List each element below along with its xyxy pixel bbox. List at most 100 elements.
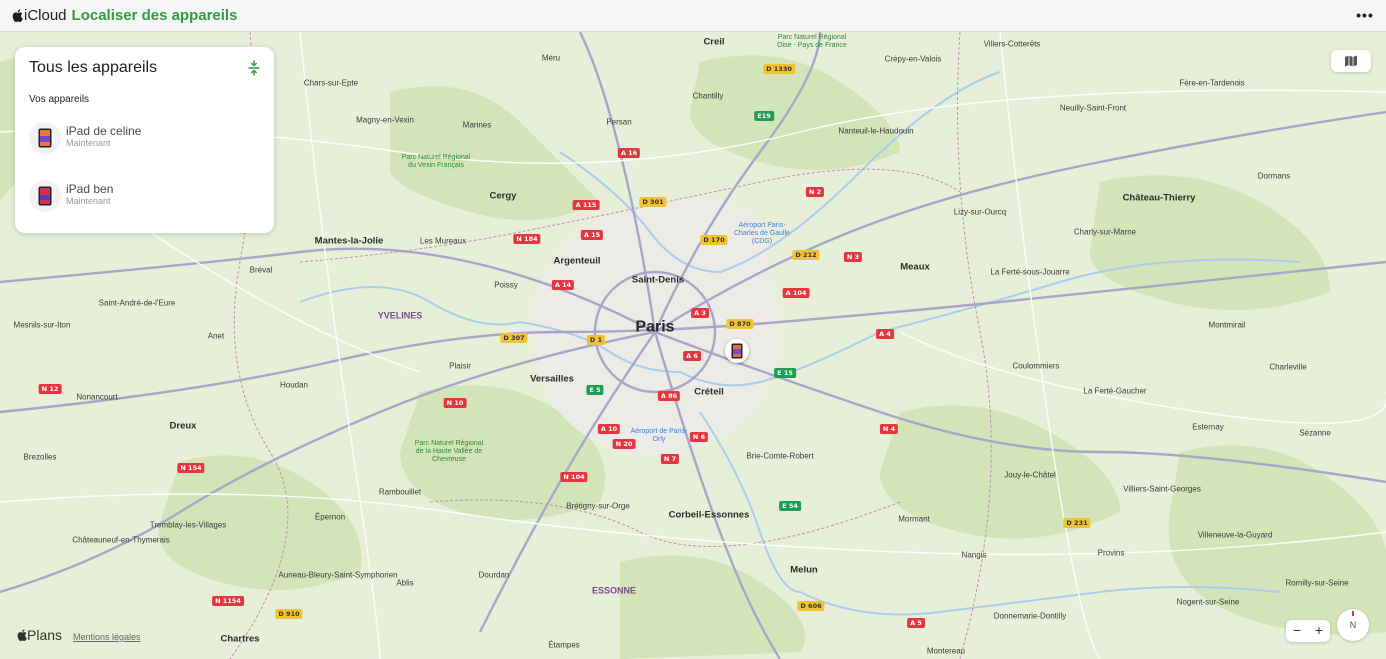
place-label: Romilly-sur-Seine (1285, 578, 1349, 588)
place-label: Chars-sur-Epte (303, 78, 359, 88)
road-shield: D 307 (500, 333, 528, 343)
place-label: Châteauneuf-en-Thymerais (72, 535, 170, 545)
road-shield: E 5 (586, 385, 604, 395)
road-shield: A 14 (551, 280, 575, 290)
icloud-label: iCloud (24, 7, 67, 24)
place-label: Creil (703, 36, 725, 48)
road-shield: N 10 (443, 398, 467, 408)
ipad-icon (38, 128, 52, 148)
road-shield: A 6 (683, 351, 701, 361)
legal-link[interactable]: Mentions légales (73, 632, 141, 642)
road-shield: N 154 (177, 463, 205, 473)
place-label: Mormant (898, 514, 930, 524)
compass-label: N (1349, 620, 1357, 630)
place-label: Auneau-Bleury-Saint-Symphorien (278, 570, 398, 580)
device-item-ipad-ben[interactable]: iPad ben Maintenant (25, 174, 265, 218)
place-label: Dourdan (478, 570, 510, 580)
place-label: Montmirail (1208, 320, 1246, 330)
place-label: Donnemarie-Dontilly (993, 611, 1067, 621)
place-label: Neuilly-Saint-Front (1059, 103, 1127, 113)
place-label: La Ferté-sous-Jouarre (990, 267, 1070, 277)
place-label: Meaux (900, 261, 930, 273)
place-label: Nangis (961, 550, 987, 560)
place-label: Saint-Denis (631, 274, 685, 286)
road-shield: N 1154 (212, 596, 244, 606)
road-shield: D 231 (1063, 518, 1091, 528)
road-shield: N 20 (612, 439, 636, 449)
ipad-icon (38, 186, 52, 206)
place-label: Magny-en-Vexin (356, 115, 414, 125)
place-label: Crépy-en-Valois (884, 54, 942, 64)
device-status: Maintenant (66, 138, 111, 148)
place-label: Bréval (249, 265, 273, 275)
place-label: Brezolles (23, 452, 57, 462)
region-label: YVELINES (377, 310, 423, 321)
place-label: Château-Thierry (1122, 192, 1196, 204)
road-shield: A 5 (907, 618, 925, 628)
region-label: ESSONNE (591, 585, 637, 596)
map-type-button[interactable] (1331, 50, 1371, 72)
zoom-in-button[interactable]: + (1308, 620, 1330, 642)
place-label: Versailles (530, 373, 574, 385)
park-label: Parc Naturel Régional Oise - Pays de Fra… (777, 34, 847, 49)
airport-label: Aéroport Paris-Charles de Gaulle (CDG) (733, 222, 791, 245)
place-label: Nogent-sur-Seine (1176, 597, 1240, 607)
plans-label: Plans (27, 627, 63, 643)
place-label: Charleville (1269, 362, 1307, 372)
place-label: Épernon (314, 512, 346, 522)
place-label: Étampes (548, 640, 580, 650)
section-title: Vos appareils (29, 94, 90, 105)
app-title: Localiser des appareils (71, 7, 238, 24)
compass-needle-icon (1352, 611, 1354, 616)
road-shield: D 870 (726, 319, 754, 329)
place-label: Lizy-sur-Ourcq (953, 207, 1007, 217)
device-item-ipad-de-celine[interactable]: iPad de celine Maintenant (25, 116, 265, 160)
place-label: Cergy (489, 190, 517, 202)
zoom-control: − + (1286, 620, 1330, 642)
road-shield: D 170 (700, 235, 728, 245)
road-shield: N 7 (660, 454, 680, 464)
ipad-icon (731, 343, 743, 359)
apple-logo-icon (17, 629, 27, 641)
place-label: Nanteuil-le-Haudouin (838, 126, 914, 136)
brand[interactable]: iCloud Localiser des appareils (12, 7, 237, 24)
road-shield: E 15 (774, 368, 796, 378)
road-shield: A 10 (597, 424, 621, 434)
airport-label: Aéroport de Paris-Orly (630, 428, 688, 443)
place-label: Villiers-Saint-Georges (1123, 484, 1201, 494)
place-label: Brie-Comte-Robert (746, 451, 814, 461)
place-label: Provins (1097, 548, 1125, 558)
place-label: Créteil (694, 386, 724, 398)
park-label: Parc Naturel Régional du Vexin Français (401, 154, 471, 169)
road-shield: N 4 (879, 424, 899, 434)
road-shield: A 4 (876, 329, 894, 339)
road-shield: A 3 (691, 308, 709, 318)
more-options-button[interactable]: ••• (1354, 5, 1376, 27)
road-shield: N 3 (843, 252, 863, 262)
place-label: Mesnils-sur-Iton (13, 320, 71, 330)
place-label: Paris (635, 318, 675, 336)
place-label: Les Mureaux (419, 236, 467, 246)
apple-logo-icon (12, 9, 23, 22)
place-label: Villers-Cotterêts (983, 39, 1041, 49)
place-label: Melun (790, 564, 818, 576)
place-label: Dormans (1257, 171, 1291, 181)
road-shield: E19 (754, 111, 774, 121)
road-shield: D 212 (792, 250, 820, 260)
compass-button[interactable]: N (1337, 609, 1369, 641)
road-shield: N 184 (513, 234, 541, 244)
device-status: Maintenant (66, 196, 111, 206)
collapse-panel-icon[interactable] (246, 60, 262, 76)
place-label: Marines (462, 120, 492, 130)
place-label: Esternay (1192, 422, 1224, 432)
device-name: iPad ben (66, 182, 114, 196)
device-location-pin[interactable] (725, 339, 749, 363)
place-label: Persan (606, 117, 632, 127)
zoom-out-button[interactable]: − (1286, 620, 1308, 642)
road-shield: N 6 (689, 432, 709, 442)
road-shield: A 115 (572, 200, 600, 210)
road-shield: D 606 (797, 601, 825, 611)
place-label: Saint-André-de-l'Eure (98, 298, 176, 308)
place-label: Nonancourt (76, 392, 118, 402)
place-label: Sézanne (1299, 428, 1331, 438)
